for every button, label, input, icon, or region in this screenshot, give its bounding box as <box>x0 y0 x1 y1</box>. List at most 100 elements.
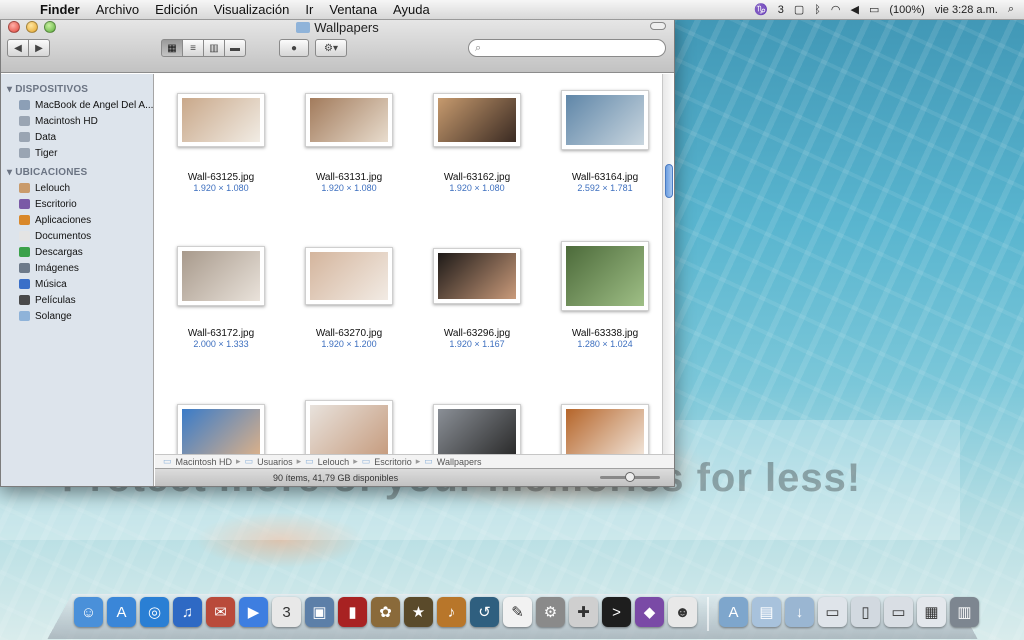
file-name[interactable]: Wall-63270.jpg <box>285 328 413 339</box>
stack-3-icon[interactable]: ▭ <box>884 597 913 627</box>
messages-icon[interactable]: ☻ <box>668 597 697 627</box>
garageband-icon[interactable]: ♪ <box>437 597 466 627</box>
imovie-icon[interactable]: ★ <box>404 597 433 627</box>
file-item[interactable] <box>157 392 285 454</box>
sidebar-heading-devices[interactable]: ▾ DISPOSITIVOS <box>1 82 153 97</box>
finder-icon[interactable]: ☺ <box>74 597 103 627</box>
bluetooth-icon[interactable]: ᛒ <box>814 4 821 16</box>
sidebar-heading-places[interactable]: ▾ UBICACIONES <box>1 165 153 180</box>
menu-archivo[interactable]: Archivo <box>88 2 147 17</box>
list-view-button[interactable]: ≡ <box>182 39 204 57</box>
sidebar-item-tiger[interactable]: Tiger <box>1 145 153 161</box>
file-thumbnail[interactable] <box>561 90 649 150</box>
toolbar-toggle-button[interactable] <box>650 22 666 30</box>
file-item[interactable]: Wall-63270.jpg 1.920 × 1.200 <box>285 236 413 376</box>
file-thumbnail[interactable] <box>561 241 649 311</box>
system-preferences-icon[interactable]: ⚙ <box>536 597 565 627</box>
sidebar-item-imágenes[interactable]: Imágenes <box>1 260 153 276</box>
spotlight-icon[interactable]: ⌕ <box>1008 3 1014 16</box>
file-item[interactable]: Wall-63162.jpg 1.920 × 1.080 <box>413 80 541 220</box>
title-bar[interactable]: Wallpapers ◀ ▶ ▦ ≡ ▥ ▬ ● ⚙▾ ⌕ <box>1 17 674 73</box>
trash-icon[interactable]: ▥ <box>950 597 979 627</box>
sidebar-item-música[interactable]: Música <box>1 276 153 292</box>
sidebar-item-escritorio[interactable]: Escritorio <box>1 196 153 212</box>
sidebar-item-macbook-de-angel-del-a[interactable]: MacBook de Angel Del A... <box>1 97 153 113</box>
iphoto-icon[interactable]: ✿ <box>371 597 400 627</box>
path-segment[interactable]: Escritorio <box>374 457 412 467</box>
file-item[interactable]: Wall-63172.jpg 2.000 × 1.333 <box>157 236 285 376</box>
file-item[interactable]: Wall-63125.jpg 1.920 × 1.080 <box>157 80 285 220</box>
photo-booth-icon[interactable]: ▮ <box>338 597 367 627</box>
file-item[interactable]: Wall-63164.jpg 2.592 × 1.781 <box>541 80 662 220</box>
sidebar-item-data[interactable]: Data <box>1 129 153 145</box>
file-thumbnail[interactable] <box>433 93 521 147</box>
file-item[interactable] <box>285 392 413 454</box>
mail-icon[interactable]: ✉ <box>206 597 235 627</box>
file-thumbnail[interactable] <box>305 93 393 147</box>
path-segment[interactable]: Lelouch <box>318 457 350 467</box>
column-view-button[interactable]: ▥ <box>203 39 225 57</box>
sidebar-item-macintosh-hd[interactable]: Macintosh HD <box>1 113 153 129</box>
display-icon[interactable]: ▢ <box>794 3 804 16</box>
stack-2-icon[interactable]: ▯ <box>851 597 880 627</box>
time-machine-icon[interactable]: ↺ <box>470 597 499 627</box>
icon-view-button[interactable]: ▦ <box>161 39 183 57</box>
menu-edicion[interactable]: Edición <box>147 2 206 17</box>
itunes-icon[interactable]: ♫ <box>173 597 202 627</box>
photo-app-icon[interactable]: ◆ <box>635 597 664 627</box>
file-item[interactable]: Wall-63338.jpg 1.280 × 1.024 <box>541 236 662 376</box>
file-thumbnail[interactable] <box>177 93 265 147</box>
file-thumbnail[interactable] <box>433 248 521 304</box>
stack-4-icon[interactable]: ▦ <box>917 597 946 627</box>
sidebar-item-películas[interactable]: Películas <box>1 292 153 308</box>
menu-visualizacion[interactable]: Visualización <box>206 2 298 17</box>
clock[interactable]: vie 3:28 a.m. <box>935 4 998 16</box>
ical-icon[interactable]: 3 <box>272 597 301 627</box>
menu-ir[interactable]: Ir <box>297 2 321 17</box>
sidebar-item-descargas[interactable]: Descargas <box>1 244 153 260</box>
terminal-icon[interactable]: > <box>602 597 631 627</box>
coverflow-view-button[interactable]: ▬ <box>224 39 246 57</box>
slider-knob[interactable] <box>625 472 635 482</box>
action-menu-button[interactable]: ⚙▾ <box>315 39 347 57</box>
adobe-icon[interactable]: ♑ <box>754 3 768 16</box>
file-thumbnail[interactable] <box>305 247 393 305</box>
file-name[interactable]: Wall-63164.jpg <box>541 172 662 183</box>
vertical-scrollbar[interactable] <box>662 74 674 454</box>
menu-ventana[interactable]: Ventana <box>321 2 385 17</box>
file-name[interactable]: Wall-63338.jpg <box>541 328 662 339</box>
sidebar-item-aplicaciones[interactable]: Aplicaciones <box>1 212 153 228</box>
file-item[interactable] <box>541 392 662 454</box>
preview-icon[interactable]: ▣ <box>305 597 334 627</box>
menu-app-finder[interactable]: Finder <box>32 2 88 17</box>
file-name[interactable]: Wall-63172.jpg <box>157 328 285 339</box>
file-name[interactable]: Wall-63162.jpg <box>413 172 541 183</box>
documents-stack-icon[interactable]: ▤ <box>752 597 781 627</box>
file-item[interactable] <box>413 392 541 454</box>
utility-icon[interactable]: ✚ <box>569 597 598 627</box>
battery-icon[interactable]: ▭ <box>869 3 879 16</box>
volume-icon[interactable]: ◀ <box>851 3 859 16</box>
safari-icon[interactable]: ◎ <box>140 597 169 627</box>
textedit-icon[interactable]: ✎ <box>503 597 532 627</box>
applications-stack-icon[interactable]: A <box>719 597 748 627</box>
quick-look-button[interactable]: ● <box>279 39 309 57</box>
facetime-icon[interactable]: ▶ <box>239 597 268 627</box>
search-input[interactable]: ⌕ <box>468 39 666 57</box>
file-item[interactable]: Wall-63131.jpg 1.920 × 1.080 <box>285 80 413 220</box>
file-thumbnail[interactable] <box>305 400 393 454</box>
sidebar-item-documentos[interactable]: Documentos <box>1 228 153 244</box>
path-segment[interactable]: Wallpapers <box>437 457 482 467</box>
file-item[interactable]: Wall-63296.jpg 1.920 × 1.167 <box>413 236 541 376</box>
file-name[interactable]: Wall-63131.jpg <box>285 172 413 183</box>
file-thumbnail[interactable] <box>177 246 265 306</box>
forward-button[interactable]: ▶ <box>28 39 50 57</box>
scrollbar-thumb[interactable] <box>665 164 673 198</box>
file-thumbnail[interactable] <box>561 404 649 454</box>
path-segment[interactable]: Macintosh HD <box>176 457 233 467</box>
sidebar-item-lelouch[interactable]: Lelouch <box>1 180 153 196</box>
back-button[interactable]: ◀ <box>7 39 29 57</box>
icon-size-slider[interactable] <box>600 472 660 482</box>
app-store-icon[interactable]: A <box>107 597 136 627</box>
menu-ayuda[interactable]: Ayuda <box>385 2 438 17</box>
